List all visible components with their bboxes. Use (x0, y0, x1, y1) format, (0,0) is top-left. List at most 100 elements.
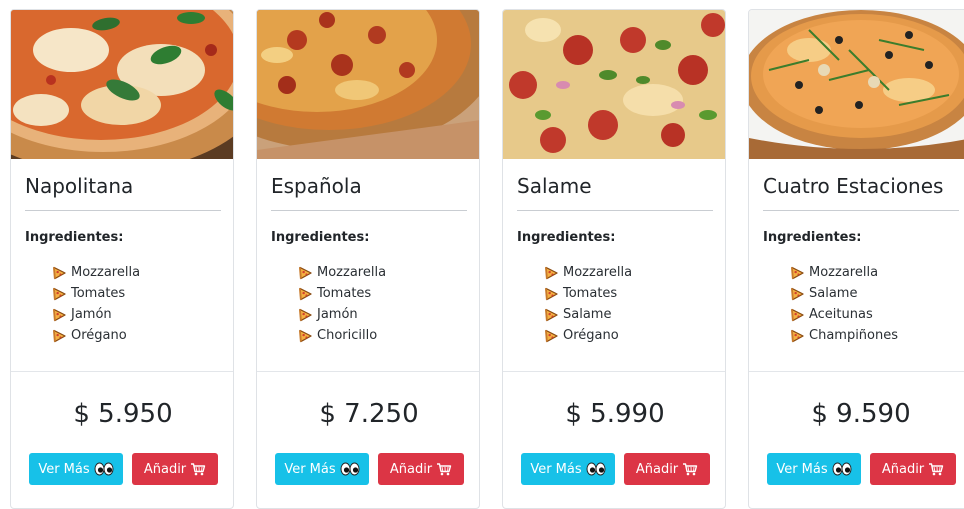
ingredient-text: Orégano (563, 325, 619, 346)
ingredient-item: Tomates (53, 283, 140, 304)
ingredient-text: Salame (563, 304, 611, 325)
ingredient-item: Jamón (299, 304, 386, 325)
pizza-card-row: Napolitana Ingredientes: Mozzarella Toma… (0, 0, 964, 493)
pizza-slice-icon (791, 308, 804, 322)
pizza-slice-icon (299, 329, 312, 343)
ver-mas-button[interactable]: Ver Más (29, 453, 123, 485)
ingredients-list: Mozzarella Tomates Jamón Orégano (53, 262, 140, 346)
ingredient-item: Aceitunas (791, 304, 898, 325)
pizza-title: Española (271, 174, 467, 198)
ingredient-item: Jamón (53, 304, 140, 325)
shopping-cart-icon (928, 462, 944, 476)
eyes-icon (94, 462, 114, 476)
title-divider (517, 210, 713, 211)
anadir-label: Añadir (636, 462, 678, 477)
ver-mas-button[interactable]: Ver Más (521, 453, 615, 485)
ingredient-item: Mozzarella (791, 262, 898, 283)
ver-mas-button[interactable]: Ver Más (767, 453, 861, 485)
pizza-slice-icon (545, 287, 558, 301)
title-divider (25, 210, 221, 211)
anadir-button[interactable]: Añadir (378, 453, 464, 485)
pizza-card-cuatro-estaciones: Cuatro Estaciones Ingredientes: Mozzarel… (748, 9, 964, 509)
ingredients-label: Ingredientes: (517, 230, 615, 245)
pizza-card-napolitana: Napolitana Ingredientes: Mozzarella Toma… (10, 9, 234, 509)
price: $ 5.950 (11, 399, 234, 429)
ingredient-item: Tomates (545, 283, 632, 304)
ingredient-text: Tomates (563, 283, 617, 304)
pizza-slice-icon (53, 308, 66, 322)
ingredient-item: Mozzarella (53, 262, 140, 283)
ingredient-text: Jamón (71, 304, 112, 325)
pizza-title: Salame (517, 174, 713, 198)
shopping-cart-icon (190, 462, 206, 476)
ingredients-label: Ingredientes: (271, 230, 369, 245)
pizza-title: Cuatro Estaciones (763, 174, 959, 198)
ingredient-item: Salame (545, 304, 632, 325)
ingredients-list: Mozzarella Tomates Salame Orégano (545, 262, 632, 346)
ingredient-text: Orégano (71, 325, 127, 346)
ingredients-label: Ingredientes: (25, 230, 123, 245)
ingredient-item: Orégano (545, 325, 632, 346)
eyes-icon (832, 462, 852, 476)
pizza-slice-icon (545, 266, 558, 280)
ver-mas-label: Ver Más (776, 462, 827, 477)
anadir-label: Añadir (144, 462, 186, 477)
pizza-salame-image (503, 10, 726, 159)
price: $ 9.590 (749, 399, 964, 429)
card-footer-divider (503, 371, 726, 372)
ingredient-text: Mozzarella (809, 262, 878, 283)
pizza-slice-icon (545, 308, 558, 322)
ingredient-item: Orégano (53, 325, 140, 346)
ingredient-text: Mozzarella (563, 262, 632, 283)
card-footer-divider (11, 371, 234, 372)
anadir-button[interactable]: Añadir (870, 453, 956, 485)
anadir-label: Añadir (390, 462, 432, 477)
pizza-napolitana-image (11, 10, 234, 159)
ingredient-text: Aceitunas (809, 304, 873, 325)
anadir-button[interactable]: Añadir (624, 453, 710, 485)
ingredients-list: Mozzarella Salame Aceitunas Champiñones (791, 262, 898, 346)
anadir-button[interactable]: Añadir (132, 453, 218, 485)
pizza-slice-icon (53, 329, 66, 343)
ingredients-label: Ingredientes: (763, 230, 861, 245)
ingredient-text: Champiñones (809, 325, 898, 346)
ingredient-text: Mozzarella (317, 262, 386, 283)
pizza-slice-icon (545, 329, 558, 343)
ingredient-item: Tomates (299, 283, 386, 304)
ingredients-list: Mozzarella Tomates Jamón Choricillo (299, 262, 386, 346)
pizza-slice-icon (791, 287, 804, 301)
pizza-title: Napolitana (25, 174, 221, 198)
ingredient-item: Champiñones (791, 325, 898, 346)
ingredient-text: Mozzarella (71, 262, 140, 283)
price: $ 5.990 (503, 399, 726, 429)
ingredient-text: Tomates (317, 283, 371, 304)
eyes-icon (586, 462, 606, 476)
pizza-cuatro-estaciones-image (749, 10, 964, 159)
pizza-slice-icon (53, 287, 66, 301)
pizza-slice-icon (299, 308, 312, 322)
title-divider (763, 210, 959, 211)
pizza-card-salame: Salame Ingredientes: Mozzarella Tomates … (502, 9, 726, 509)
ingredient-text: Jamón (317, 304, 358, 325)
price: $ 7.250 (257, 399, 480, 429)
card-footer-divider (257, 371, 480, 372)
ingredient-item: Mozzarella (299, 262, 386, 283)
ingredient-text: Choricillo (317, 325, 377, 346)
pizza-slice-icon (299, 287, 312, 301)
shopping-cart-icon (682, 462, 698, 476)
ver-mas-label: Ver Más (38, 462, 89, 477)
ingredient-item: Salame (791, 283, 898, 304)
ingredient-item: Choricillo (299, 325, 386, 346)
pizza-slice-icon (791, 329, 804, 343)
pizza-slice-icon (791, 266, 804, 280)
ingredient-item: Mozzarella (545, 262, 632, 283)
card-footer-divider (749, 371, 964, 372)
shopping-cart-icon (436, 462, 452, 476)
pizza-card-espanola: Española Ingredientes: Mozzarella Tomate… (256, 9, 480, 509)
title-divider (271, 210, 467, 211)
ver-mas-label: Ver Más (284, 462, 335, 477)
ingredient-text: Tomates (71, 283, 125, 304)
ver-mas-button[interactable]: Ver Más (275, 453, 369, 485)
ver-mas-label: Ver Más (530, 462, 581, 477)
pizza-slice-icon (53, 266, 66, 280)
